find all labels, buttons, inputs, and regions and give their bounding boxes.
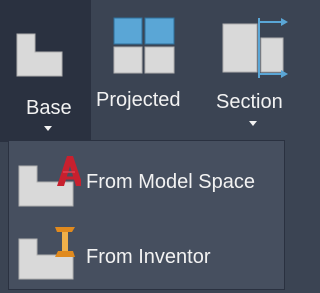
projected-view-icon bbox=[113, 17, 175, 74]
base-view-button[interactable]: Base bbox=[0, 0, 91, 142]
base-from-inventor-icon bbox=[18, 227, 75, 280]
section-view-button[interactable]: Section bbox=[201, 0, 288, 142]
menu-item-from-inventor[interactable]: From Inventor bbox=[9, 217, 284, 289]
base-view-icon bbox=[16, 33, 63, 77]
projected-view-label: Projected bbox=[96, 89, 181, 111]
menu-item-from-model-space[interactable]: From Model Space bbox=[9, 144, 284, 216]
menu-item-label: From Model Space bbox=[86, 171, 255, 193]
chevron-down-icon[interactable] bbox=[249, 121, 257, 126]
menu-item-label: From Inventor bbox=[86, 246, 211, 268]
projected-view-button[interactable]: Projected bbox=[91, 0, 201, 142]
drawing-views-ribbon-panel: Base Projected Section bbox=[0, 0, 288, 150]
section-view-icon bbox=[222, 18, 288, 78]
chevron-down-icon[interactable] bbox=[44, 126, 52, 131]
base-from-model-space-icon bbox=[18, 156, 81, 207]
base-view-dropdown-menu: From Model Space From Inventor bbox=[8, 140, 285, 290]
base-view-label: Base bbox=[26, 97, 72, 119]
section-view-label: Section bbox=[216, 91, 283, 113]
